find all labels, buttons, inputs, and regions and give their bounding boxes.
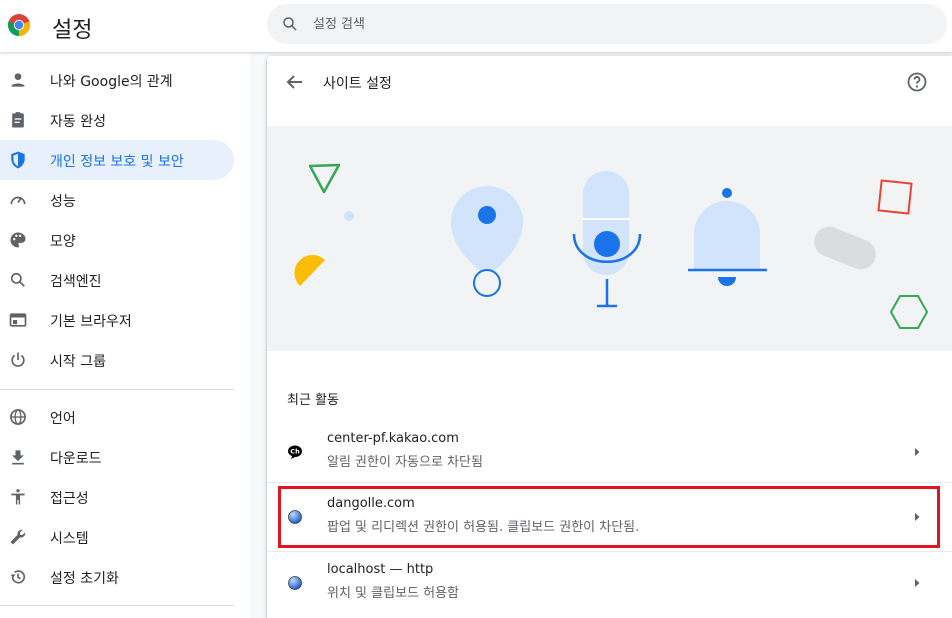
clipboard-icon bbox=[12, 112, 24, 128]
sidebar-item-label: 시스템 bbox=[50, 531, 89, 547]
row-divider bbox=[267, 551, 952, 552]
person-icon bbox=[11, 73, 25, 87]
sidebar-item-appearance[interactable]: 모양 bbox=[0, 220, 234, 260]
sidebar-item-label: 검색엔진 bbox=[50, 274, 102, 290]
browser-window-icon bbox=[9, 313, 27, 327]
sidebar-divider bbox=[0, 389, 234, 390]
search-icon bbox=[10, 272, 25, 287]
kakao-channel-icon: Ch bbox=[288, 445, 302, 459]
palette-icon bbox=[10, 232, 26, 248]
sidebar-item-languages[interactable]: 언어 bbox=[0, 397, 234, 437]
site-description: 위치 및 클립보드 허용함 bbox=[327, 586, 459, 601]
chrome-logo-icon bbox=[7, 14, 31, 37]
history-icon bbox=[10, 570, 26, 584]
speedometer-icon bbox=[10, 196, 26, 205]
sidebar-item-label: 모양 bbox=[50, 234, 76, 250]
recent-activity-title: 최근 활동 bbox=[287, 393, 339, 408]
chevron-right-icon bbox=[915, 579, 920, 587]
highlight-box bbox=[278, 486, 940, 548]
sidebar-item-on-startup[interactable]: 시작 그룹 bbox=[0, 340, 234, 380]
download-icon bbox=[12, 450, 24, 465]
sidebar-item-label: 나와 Google의 관계 bbox=[50, 74, 173, 90]
app-title: 설정 bbox=[52, 18, 93, 43]
page-title: 사이트 설정 bbox=[323, 76, 392, 92]
accessibility-icon bbox=[11, 489, 25, 505]
sidebar-item-system[interactable]: 시스템 bbox=[0, 517, 234, 557]
sidebar-item-downloads[interactable]: 다운로드 bbox=[0, 437, 234, 477]
search-input[interactable] bbox=[313, 4, 913, 44]
sidebar-item-autofill[interactable]: 자동 완성 bbox=[0, 100, 234, 140]
sidebar-item-label: 접근성 bbox=[50, 491, 89, 507]
sidebar-item-accessibility[interactable]: 접근성 bbox=[0, 477, 234, 517]
sidebar-item-label: 다운로드 bbox=[50, 451, 102, 467]
sidebar-item-label: 개인 정보 보호 및 보안 bbox=[50, 154, 184, 170]
sidebar-item-label: 자동 완성 bbox=[50, 114, 106, 130]
power-icon bbox=[11, 352, 25, 367]
sidebar-item-privacy-security[interactable]: 개인 정보 보호 및 보안 bbox=[0, 140, 234, 180]
search-icon bbox=[283, 17, 297, 31]
site-name: center-pf.kakao.com bbox=[327, 431, 459, 446]
globe-favicon-icon bbox=[288, 576, 302, 590]
chevron-right-icon bbox=[915, 448, 920, 456]
sidebar-item-reset-settings[interactable]: 설정 초기화 bbox=[0, 557, 234, 597]
wrench-icon bbox=[10, 529, 26, 545]
top-bar: 설정 bbox=[0, 0, 952, 52]
sidebar-item-you-and-google[interactable]: 나와 Google의 관계 bbox=[0, 60, 234, 100]
help-icon[interactable] bbox=[905, 70, 929, 94]
sidebar-item-label: 기본 브라우저 bbox=[50, 314, 132, 330]
search-box[interactable] bbox=[267, 4, 947, 44]
site-settings-illustration bbox=[267, 126, 952, 351]
sidebar-item-performance[interactable]: 성능 bbox=[0, 180, 234, 220]
site-row-localhost[interactable]: localhost — http 위치 및 클립보드 허용함 bbox=[267, 553, 952, 613]
back-arrow-icon[interactable] bbox=[283, 70, 307, 94]
sidebar-divider bbox=[0, 605, 234, 606]
sidebar-item-label: 시작 그룹 bbox=[50, 354, 106, 370]
sidebar: 나와 Google의 관계 자동 완성 개인 정보 보호 및 보안 성능 모양 … bbox=[0, 52, 250, 618]
site-row-kakao[interactable]: Ch center-pf.kakao.com 알림 권한이 자동으로 차단됨 bbox=[267, 422, 952, 482]
shield-icon bbox=[11, 151, 25, 169]
site-description: 알림 권한이 자동으로 차단됨 bbox=[327, 455, 483, 470]
sidebar-item-label: 설정 초기화 bbox=[50, 571, 119, 587]
sidebar-item-label: 성능 bbox=[50, 194, 76, 210]
sidebar-item-default-browser[interactable]: 기본 브라우저 bbox=[0, 300, 234, 340]
sidebar-item-search-engine[interactable]: 검색엔진 bbox=[0, 260, 234, 300]
row-divider bbox=[267, 482, 952, 483]
globe-icon bbox=[10, 409, 26, 425]
sidebar-item-label: 언어 bbox=[50, 411, 76, 427]
svg-text:Ch: Ch bbox=[290, 448, 300, 456]
site-name: localhost — http bbox=[327, 562, 434, 577]
